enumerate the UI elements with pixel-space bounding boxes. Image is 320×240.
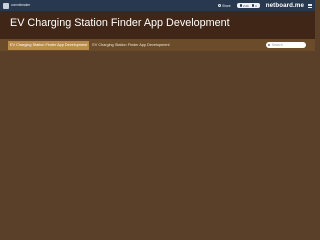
search-box[interactable]: [266, 42, 306, 48]
share-label: Share: [222, 3, 231, 8]
stars-value: 0: [255, 3, 257, 8]
top-right-controls: Share 2.0k 0 netboard.me: [217, 0, 312, 11]
avatar: [3, 2, 9, 9]
search-input[interactable]: [271, 42, 304, 48]
board-header: EV Charging Station Finder App Developme…: [0, 11, 315, 39]
stars-count[interactable]: 0: [251, 3, 257, 8]
board-canvas[interactable]: [0, 51, 315, 210]
username: commitmaker: [11, 3, 31, 7]
star-icon: [251, 4, 255, 7]
tab-active[interactable]: EV Charging Station Finder App Developme…: [8, 40, 90, 50]
views-value: 2.0k: [243, 3, 249, 8]
views-count: 2.0k: [239, 3, 249, 8]
top-bar: commitmaker Share 2.0k 0 netboard.me: [0, 0, 315, 11]
share-icon: [217, 4, 221, 7]
tab-second[interactable]: EV Charging Station Finder App Developme…: [90, 41, 171, 50]
user-menu[interactable]: commitmaker: [3, 0, 30, 11]
stats-pill: 2.0k 0: [236, 3, 260, 8]
brand-logo[interactable]: netboard.me: [266, 2, 304, 9]
tab-bar: EV Charging Station Finder App Developme…: [0, 39, 315, 51]
hamburger-menu-icon[interactable]: [308, 3, 312, 8]
share-button[interactable]: Share: [217, 3, 231, 8]
search-icon: [268, 43, 271, 47]
eye-icon: [239, 4, 243, 7]
page-title: EV Charging Station Finder App Developme…: [10, 17, 230, 29]
